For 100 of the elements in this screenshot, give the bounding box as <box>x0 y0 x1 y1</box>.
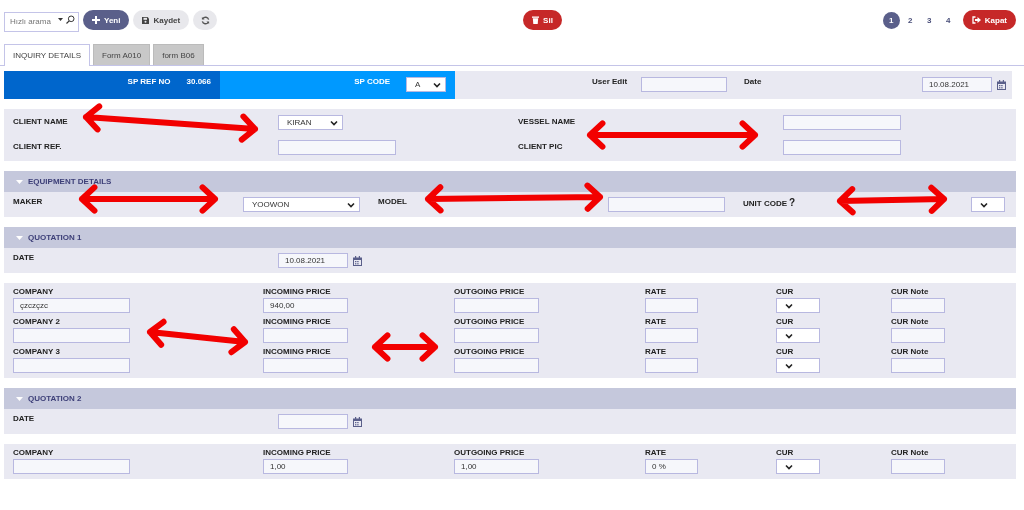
field-label: CUR Note <box>891 448 930 457</box>
input-field[interactable] <box>608 197 725 212</box>
field-label: COMPANY <box>13 287 55 296</box>
field-label: RATE <box>645 448 668 457</box>
field-label: CLIENT REF. <box>13 141 63 151</box>
field-label: OUTGOING PRICE <box>454 317 526 326</box>
dropdown[interactable]: A <box>406 77 446 92</box>
field-label: CUR <box>776 287 795 296</box>
input-field[interactable] <box>278 140 396 155</box>
tab[interactable]: Form A010 <box>93 44 151 65</box>
field-label: COMPANY <box>13 448 55 457</box>
tab[interactable]: form B06 <box>153 44 204 65</box>
chevron-icon <box>785 362 793 369</box>
help-icon[interactable]: ? <box>789 197 796 208</box>
field-label: CLIENT PIC <box>518 141 564 151</box>
dropdown[interactable]: KIRAN <box>278 115 343 130</box>
chevron-icon <box>785 302 793 309</box>
dropdown[interactable]: YOOWON <box>243 197 360 212</box>
input-field[interactable] <box>641 77 727 92</box>
input-field[interactable]: 1,00 <box>454 459 539 474</box>
input-field[interactable] <box>891 358 945 373</box>
sp-ref-label: SP REF NO <box>127 77 171 88</box>
page-button[interactable]: 1 <box>882 11 900 29</box>
tab[interactable]: INQUIRY DETAILS <box>4 44 91 66</box>
field-label: COMPANY 2 <box>13 317 61 326</box>
field-label: CUR Note <box>891 347 930 356</box>
user-edit-label: User Edit <box>592 77 629 86</box>
refresh-button[interactable] <box>193 10 218 30</box>
page-button[interactable]: 4 <box>939 11 957 29</box>
search-icon[interactable] <box>66 15 75 24</box>
field-label: CUR <box>776 347 795 356</box>
input-field[interactable] <box>454 298 539 313</box>
input-field[interactable]: 0 % <box>645 459 698 474</box>
calendar-icon[interactable] <box>353 416 362 427</box>
caret-icon[interactable] <box>16 179 23 184</box>
input-field[interactable] <box>891 298 945 313</box>
field-label: DATE <box>13 253 36 262</box>
caret-icon[interactable] <box>16 235 23 240</box>
input-field[interactable]: çzczçzc <box>13 298 130 313</box>
field-label: DATE <box>13 414 36 423</box>
field-label: CUR Note <box>891 317 930 326</box>
field-label: RATE <box>645 287 668 296</box>
calendar-icon[interactable] <box>997 79 1006 90</box>
input-field[interactable] <box>263 358 348 373</box>
input-field[interactable] <box>263 328 348 343</box>
sp-code-label: SP CODE <box>354 77 390 88</box>
section-title[interactable]: QUOTATION 1 <box>28 233 82 242</box>
chevron-icon <box>330 119 338 126</box>
field-label: OUTGOING PRICE <box>454 448 526 457</box>
page-button[interactable]: 2 <box>901 11 919 29</box>
field-label: CLIENT NAME <box>13 116 69 126</box>
new-button[interactable]: Yeni <box>83 10 130 30</box>
input-field[interactable] <box>13 459 130 474</box>
double-arrow <box>372 332 438 362</box>
delete-button[interactable]: Sil <box>523 10 562 30</box>
calendar-icon[interactable] <box>353 255 362 266</box>
input-field[interactable]: 10.08.2021 <box>922 77 992 92</box>
input-field[interactable] <box>13 328 130 343</box>
field-label: UNIT CODE ? <box>743 197 797 210</box>
input-field[interactable] <box>13 358 130 373</box>
field-label: VESSEL NAME <box>518 116 577 126</box>
input-field[interactable] <box>278 414 348 429</box>
field-label: RATE <box>645 347 668 356</box>
field-label: RATE <box>645 317 668 326</box>
sp-ref-value: 30.066 <box>186 77 211 88</box>
field-label: INCOMING PRICE <box>263 347 332 356</box>
field-label: COMPANY 3 <box>13 347 61 356</box>
input-field[interactable] <box>645 298 698 313</box>
refresh-icon <box>200 15 210 25</box>
input-field[interactable]: 10.08.2021 <box>278 253 348 268</box>
sign-out-icon <box>971 16 981 24</box>
field-label: INCOMING PRICE <box>263 317 332 326</box>
save-button[interactable]: Kaydet <box>133 10 190 30</box>
field-label: OUTGOING PRICE <box>454 287 526 296</box>
field-label: MODEL <box>378 197 408 208</box>
input-field[interactable] <box>454 358 539 373</box>
input-field[interactable] <box>454 328 539 343</box>
input-field[interactable] <box>891 459 945 474</box>
field-label: CUR <box>776 317 795 326</box>
search-field[interactable]: Hızlı arama <box>4 11 79 32</box>
field-label: MAKER <box>13 197 44 208</box>
input-field[interactable] <box>645 328 698 343</box>
dropdown-arrow-icon[interactable] <box>58 18 63 21</box>
close-button[interactable]: Kapat <box>962 10 1016 30</box>
section-title[interactable]: EQUIPMENT DETAILS <box>28 177 112 186</box>
chevron-icon <box>433 81 441 88</box>
input-field[interactable] <box>645 358 698 373</box>
input-field[interactable]: 940,00 <box>263 298 348 313</box>
section-title[interactable]: QUOTATION 2 <box>28 394 82 403</box>
input-field[interactable]: 1,00 <box>263 459 348 474</box>
date-label: Date <box>744 77 763 86</box>
field-label: OUTGOING PRICE <box>454 347 526 356</box>
field-label: INCOMING PRICE <box>263 287 332 296</box>
dropdown[interactable] <box>971 197 1005 212</box>
page-button[interactable]: 3 <box>920 11 938 29</box>
caret-icon[interactable] <box>16 396 23 401</box>
chevron-icon <box>347 201 355 208</box>
input-field[interactable] <box>783 140 901 155</box>
input-field[interactable] <box>891 328 945 343</box>
input-field[interactable] <box>783 115 901 130</box>
